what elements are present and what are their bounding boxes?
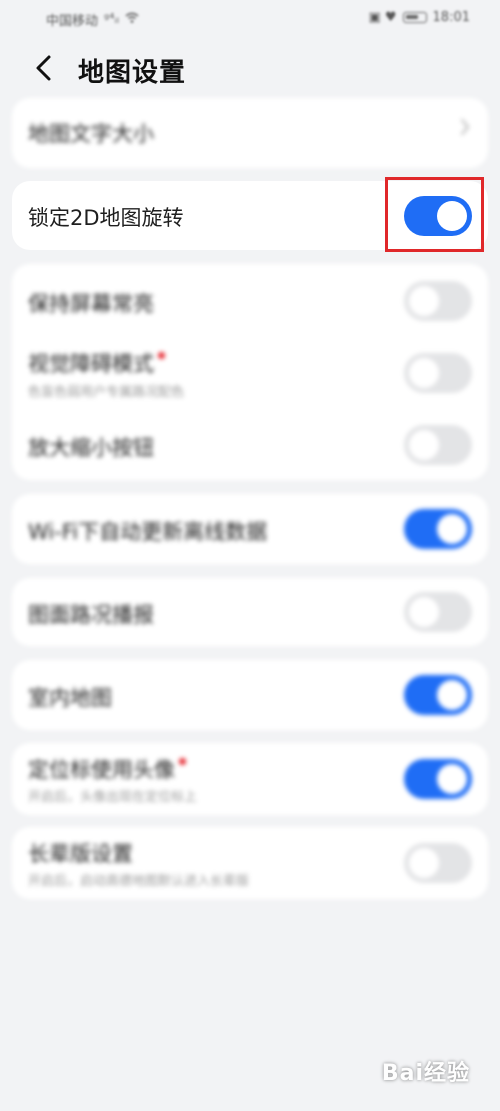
new-dot-icon bbox=[179, 758, 186, 765]
setting-row-traffic-broadcast: 图面路况播报 bbox=[12, 578, 488, 646]
toggle-knob bbox=[409, 358, 439, 388]
setting-card-traffic: 图面路况播报 bbox=[12, 578, 488, 646]
toggle-knob bbox=[409, 597, 439, 627]
new-dot-icon bbox=[158, 352, 165, 359]
status-bar: 中国移动 ᵍ⁴ᵢₗ ▣ ♥ 18:01 bbox=[0, 0, 500, 38]
setting-sub: 开启后，头像出现在定位标上 bbox=[28, 790, 198, 805]
setting-row-visual-impairment: 视觉障碍模式 色盲色弱用户专属路况配色 bbox=[12, 336, 488, 410]
keep-screen-on-toggle[interactable] bbox=[404, 281, 472, 321]
header: 地图设置 bbox=[0, 40, 500, 96]
setting-label: 放大缩小按钮 bbox=[28, 436, 154, 460]
highlight-box bbox=[385, 177, 484, 252]
toggle-knob bbox=[409, 286, 439, 316]
setting-label: 保持屏幕常亮 bbox=[28, 292, 154, 316]
zoom-buttons-toggle[interactable] bbox=[404, 425, 472, 465]
chevron-left-icon bbox=[36, 55, 51, 81]
wifi-icon bbox=[125, 12, 139, 28]
chevron-right-icon bbox=[460, 118, 470, 140]
setting-label: 定位标使用头像 bbox=[28, 754, 186, 784]
setting-card-avatar: 定位标使用头像 开启后，头像出现在定位标上 bbox=[12, 743, 488, 815]
setting-card-indoor: 室内地图 bbox=[12, 660, 488, 730]
setting-sub: 开启后，启动高德地图默认进入长辈版 bbox=[28, 874, 250, 889]
wifi-offline-update-toggle[interactable] bbox=[404, 509, 472, 549]
toggle-knob bbox=[437, 514, 467, 544]
setting-row-map-text-size[interactable]: 地图文字大小 bbox=[12, 98, 488, 168]
elderly-mode-toggle[interactable] bbox=[404, 843, 472, 883]
setting-label: 视觉障碍模式 bbox=[28, 348, 165, 378]
toggle-knob bbox=[437, 764, 467, 794]
setting-label: 锁定2D地图旋转 bbox=[28, 206, 184, 230]
baidu-jingyan-watermark: Bai经验 bbox=[381, 1061, 470, 1086]
signal-icon: ᵍ⁴ᵢₗ bbox=[104, 12, 119, 27]
visual-impairment-toggle[interactable] bbox=[404, 353, 472, 393]
indoor-map-toggle[interactable] bbox=[404, 675, 472, 715]
setting-row-zoom-buttons: 放大缩小按钮 bbox=[12, 410, 488, 480]
status-time: 18:01 bbox=[432, 10, 470, 25]
setting-row-keep-screen-on: 保持屏幕常亮 bbox=[12, 264, 488, 336]
setting-label: 地图文字大小 bbox=[28, 122, 154, 146]
setting-label: 图面路况播报 bbox=[28, 603, 154, 627]
toggle-knob bbox=[409, 430, 439, 460]
setting-row-indoor-map: 室内地图 bbox=[12, 660, 488, 730]
setting-card-elderly: 长辈版设置 开启后，启动高德地图默认进入长辈版 bbox=[12, 827, 488, 899]
setting-row-avatar-locator: 定位标使用头像 开启后，头像出现在定位标上 bbox=[12, 743, 488, 815]
toggle-knob bbox=[409, 848, 439, 878]
back-button[interactable] bbox=[26, 50, 62, 86]
setting-card-display: 保持屏幕常亮 视觉障碍模式 色盲色弱用户专属路况配色 放大缩小按钮 bbox=[12, 264, 488, 480]
battery-icon bbox=[402, 12, 427, 23]
setting-row-wifi-offline-update: Wi-Fi下自动更新离线数据 bbox=[12, 494, 488, 564]
setting-label: 室内地图 bbox=[28, 686, 112, 710]
avatar-locator-toggle[interactable] bbox=[404, 759, 472, 799]
page-title: 地图设置 bbox=[78, 58, 187, 88]
setting-row-elderly-mode: 长辈版设置 开启后，启动高德地图默认进入长辈版 bbox=[12, 827, 488, 899]
setting-sub: 色盲色弱用户专属路况配色 bbox=[28, 385, 185, 400]
setting-label: Wi-Fi下自动更新离线数据 bbox=[28, 520, 268, 544]
status-icons: ▣ ♥ bbox=[368, 10, 397, 25]
setting-card-offline: Wi-Fi下自动更新离线数据 bbox=[12, 494, 488, 564]
setting-card-text-size: 地图文字大小 bbox=[12, 98, 488, 168]
setting-label: 长辈版设置 bbox=[28, 842, 133, 866]
toggle-knob bbox=[437, 680, 467, 710]
traffic-broadcast-toggle[interactable] bbox=[404, 592, 472, 632]
carrier-label: 中国移动 bbox=[46, 14, 99, 29]
